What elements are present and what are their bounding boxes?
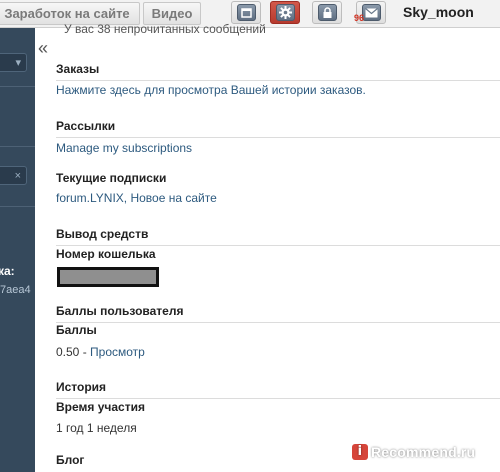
sidebar-dropdown[interactable]: ▾ [0,53,27,72]
points-value: 0.50 - Просмотр [56,345,145,359]
points-separator: - [79,345,91,359]
recommend-logo-icon: i [352,444,368,460]
points-view-link[interactable]: Просмотр [90,345,145,359]
window-button[interactable] [231,1,261,24]
settings-button[interactable] [270,1,300,24]
membership-time-label: Время участия [56,400,145,414]
subscriptions-link[interactable]: forum.LYNIX, Новое на сайте [56,191,217,205]
orders-heading: Заказы [56,62,500,81]
dropdown-arrow-icon: ▾ [15,57,21,69]
lock-icon [317,4,337,21]
sidebar-label: ка: [0,264,15,278]
history-heading: История [56,380,500,399]
wallet-number-label: Номер кошелька [56,247,156,261]
recommend-watermark: i Recommend.ru [352,441,475,463]
redacted-wallet-number [57,267,159,287]
withdrawal-heading: Вывод средств [56,227,500,246]
blog-label: Блог [56,453,85,467]
manage-subscriptions-link[interactable]: Manage my subscriptions [56,141,192,155]
order-history-link[interactable]: Нажмите здесь для просмотра Вашей истори… [56,83,366,97]
points-label: Баллы [56,323,97,337]
mailings-heading: Рассылки [56,119,500,138]
username-link[interactable]: Sky_moon [403,3,474,21]
unread-messages-text: У вас 38 непрочитанных сообщений [64,22,266,36]
envelope-icon [361,4,381,21]
window-icon [236,4,256,21]
gear-icon [275,4,295,21]
user-points-heading: Баллы пользователя [56,304,500,323]
collapse-sidebar-icon[interactable]: « [38,38,48,58]
watermark-text: Recommend.ru [371,444,476,460]
points-amount: 0.50 [56,345,80,359]
sidebar-divider [0,86,35,87]
notification-badge: 96 [354,13,365,23]
membership-time-value: 1 год 1 неделя [56,421,137,435]
subscriptions-heading: Текущие подписки [56,171,167,185]
close-icon: × [14,170,21,182]
sidebar-divider [0,146,35,147]
sidebar-clear-field[interactable]: × [0,166,27,185]
sidebar-code: 7aea4 [0,284,31,296]
profile-content: У вас 38 непрочитанных сообщений Заказы … [56,22,500,472]
sidebar-divider [0,206,35,207]
left-sidebar: ▾ × ка: 7aea4 [0,28,35,472]
lock-button[interactable] [312,1,342,24]
